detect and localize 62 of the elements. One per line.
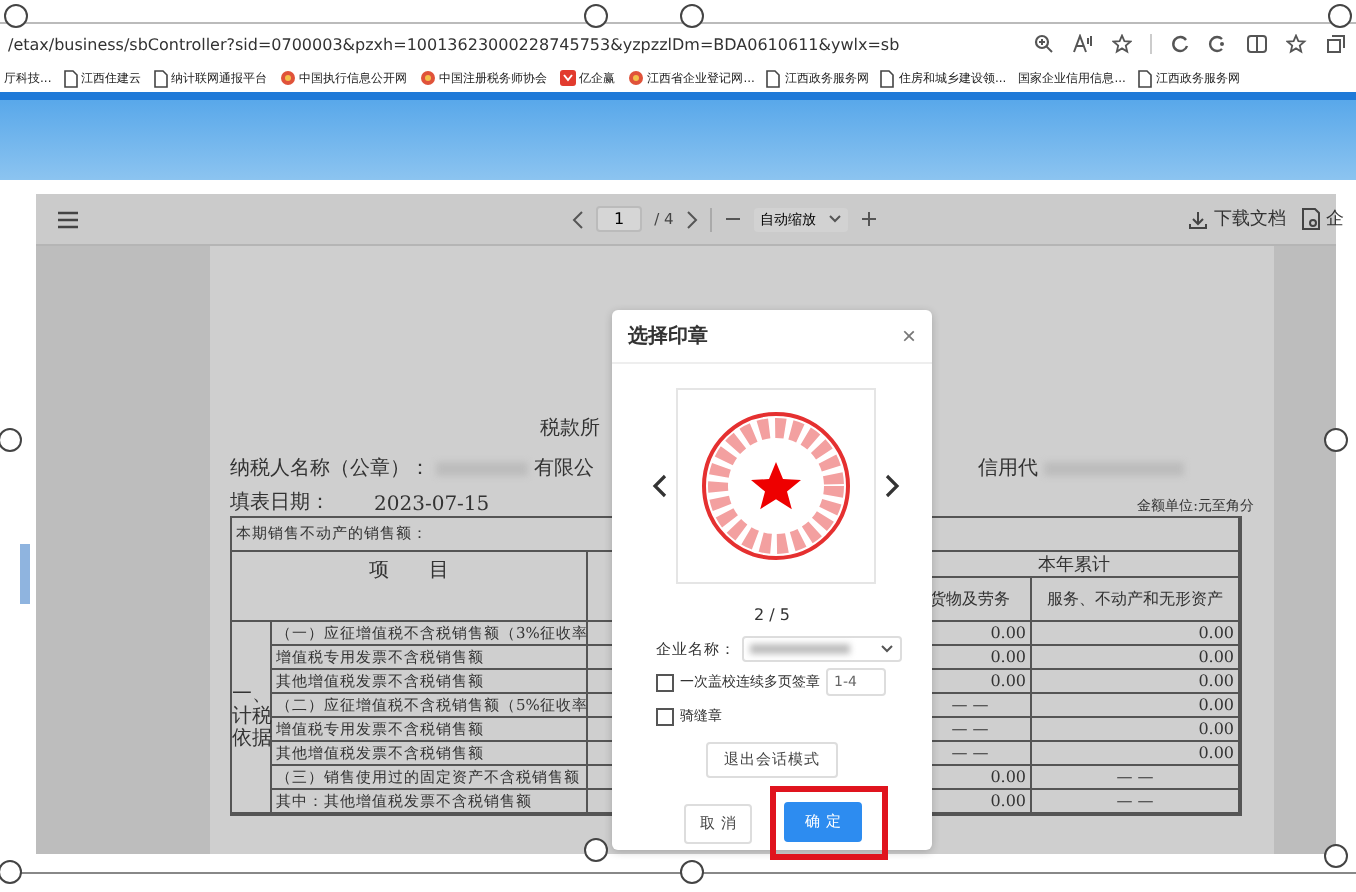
date-label: 填表日期： <box>230 489 330 516</box>
address-bar-url[interactable]: /etax/business/sbController?sid=0700003&pzxh=10013623000228745753&yzpzzlDm=BDA0610611&ywlx=sb <box>8 35 1022 53</box>
checkbox[interactable] <box>656 707 674 725</box>
zoom-icon[interactable] <box>1034 34 1054 54</box>
dialog-title: 选择印章 <box>628 322 708 350</box>
table-cell: 0.00 <box>1032 670 1240 694</box>
table-cell: 0.00 <box>1032 742 1240 766</box>
table-cell: — — <box>1032 766 1240 790</box>
credit-code-label: 信用代 <box>978 456 1038 482</box>
resize-handle[interactable] <box>1324 844 1348 868</box>
table-header: 服务、不动产和无形资产 <box>1045 588 1225 612</box>
taxpayer-label: 纳税人名称（公章）： <box>230 455 430 482</box>
emblem-icon <box>419 70 436 86</box>
caret-icon <box>827 214 842 224</box>
page-number-field[interactable]: 1 <box>596 206 643 232</box>
close-button[interactable]: × <box>901 324 916 348</box>
resize-handle[interactable] <box>1324 428 1348 452</box>
seal-preview[interactable] <box>676 388 876 584</box>
table-cell: — — <box>1032 790 1240 814</box>
table-cell: 0.00 <box>1032 646 1240 670</box>
read-aloud-icon[interactable] <box>1072 34 1094 54</box>
menu-icon[interactable] <box>56 209 80 229</box>
resize-handle[interactable] <box>1328 4 1352 28</box>
table-cell: 0.00 <box>1032 718 1240 742</box>
seal-button[interactable]: 企 <box>1302 206 1344 232</box>
chevron-right-icon[interactable] <box>884 474 900 498</box>
zoom-in-icon[interactable] <box>859 210 878 228</box>
collections-icon[interactable] <box>1326 34 1348 54</box>
refresh-icon[interactable] <box>1170 34 1190 54</box>
page-icon <box>153 69 168 87</box>
document-title: 税款所 <box>540 415 602 442</box>
download-icon <box>1188 209 1208 229</box>
document-icon <box>1302 208 1320 230</box>
app-icon <box>559 70 576 86</box>
seal-counter: 2 / 5 <box>752 606 792 624</box>
resize-handle[interactable] <box>0 428 22 452</box>
checkbox[interactable] <box>656 673 674 691</box>
extension-icon[interactable] <box>1208 34 1228 54</box>
taxpayer-name-suffix: 有限公 <box>534 456 594 482</box>
sidebar-toggle[interactable] <box>20 544 30 604</box>
split-screen-icon[interactable] <box>1246 34 1268 54</box>
page-icon <box>766 69 781 87</box>
emblem-icon <box>279 70 296 86</box>
caret-icon <box>880 644 894 654</box>
table-cell: 0.00 <box>1032 622 1240 646</box>
resize-handle[interactable] <box>0 860 22 884</box>
star-icon[interactable] <box>1112 34 1132 54</box>
resize-handle[interactable] <box>584 838 608 862</box>
favorites-icon[interactable] <box>1286 34 1308 54</box>
page-icon <box>63 69 78 87</box>
emblem-icon <box>627 70 644 86</box>
resize-handle[interactable] <box>4 4 28 28</box>
page-icon <box>1137 69 1152 87</box>
chevron-left-icon[interactable] <box>652 474 668 498</box>
resize-handle[interactable] <box>680 4 704 28</box>
resize-handle[interactable] <box>680 860 704 884</box>
table-cell: 0.00 <box>1032 694 1240 718</box>
fill-date: 2023-07-15 <box>374 494 490 516</box>
page-icon <box>880 69 895 87</box>
resize-handle[interactable] <box>584 4 608 28</box>
table-header: 项 目 <box>232 552 588 622</box>
download-button[interactable]: 下载文档 <box>1188 206 1286 232</box>
